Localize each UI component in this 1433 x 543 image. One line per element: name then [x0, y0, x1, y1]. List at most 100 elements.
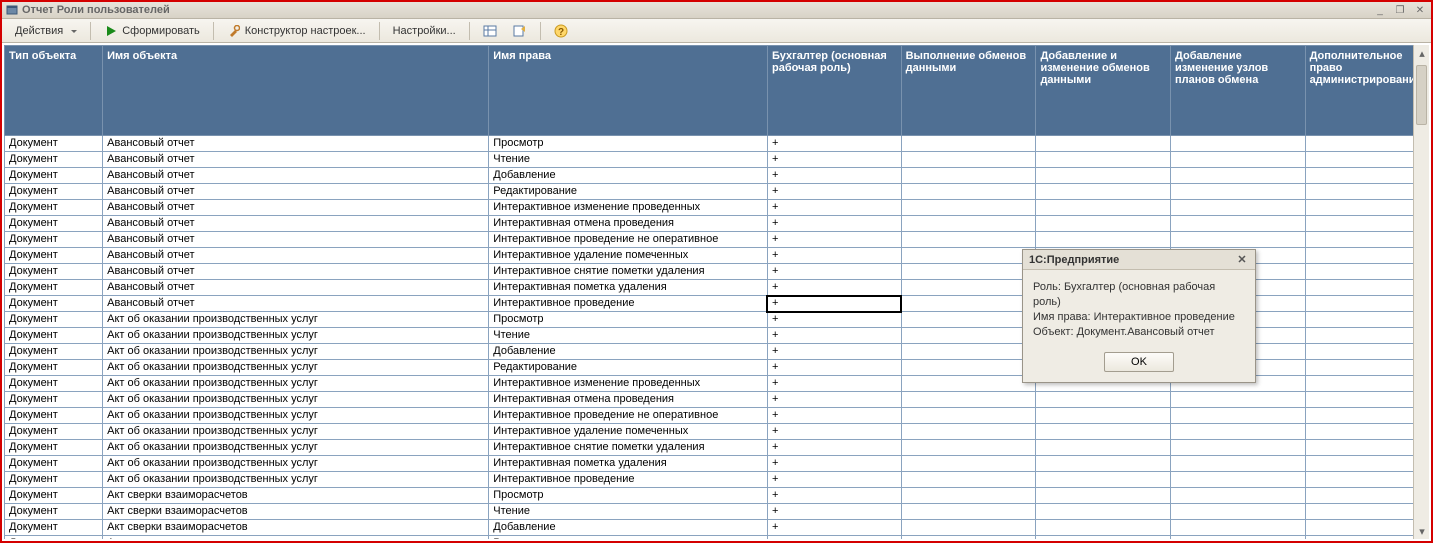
table-cell[interactable]: [901, 216, 1036, 232]
table-cell[interactable]: Документ: [5, 232, 103, 248]
table-cell[interactable]: Документ: [5, 488, 103, 504]
settings-button[interactable]: Настройки...: [386, 21, 463, 41]
table-cell[interactable]: Чтение: [489, 152, 768, 168]
table-cell[interactable]: Добавление: [489, 168, 768, 184]
table-cell[interactable]: [1305, 536, 1428, 540]
table-cell[interactable]: +: [767, 424, 901, 440]
table-cell[interactable]: Документ: [5, 392, 103, 408]
table-cell[interactable]: [1036, 456, 1171, 472]
table-cell[interactable]: Авансовый отчет: [103, 200, 489, 216]
table-cell[interactable]: Акт об оказании производственных услуг: [103, 472, 489, 488]
table-cell[interactable]: Документ: [5, 184, 103, 200]
table-row[interactable]: ДокументАкт сверки взаиморасчетовДобавле…: [5, 520, 1429, 536]
table-cell[interactable]: [1305, 520, 1428, 536]
table-cell[interactable]: Документ: [5, 280, 103, 296]
scroll-down-button[interactable]: ▾: [1414, 523, 1430, 539]
table-cell[interactable]: [1036, 472, 1171, 488]
table-cell[interactable]: Акт об оказании производственных услуг: [103, 424, 489, 440]
table-cell[interactable]: Документ: [5, 408, 103, 424]
table-cell[interactable]: +: [767, 488, 901, 504]
table-cell[interactable]: [1036, 504, 1171, 520]
table-cell[interactable]: [1036, 536, 1171, 540]
generate-button[interactable]: Сформировать: [97, 21, 207, 41]
table-cell[interactable]: +: [767, 216, 901, 232]
table-cell[interactable]: [1305, 344, 1428, 360]
table-cell[interactable]: Интерактивная пометка удаления: [489, 280, 768, 296]
minimize-button[interactable]: _: [1373, 4, 1387, 16]
actions-menu[interactable]: Действия: [8, 21, 84, 41]
table-cell[interactable]: Документ: [5, 344, 103, 360]
table-cell[interactable]: Документ: [5, 264, 103, 280]
table-cell[interactable]: [901, 248, 1036, 264]
table-row[interactable]: ДокументАкт об оказании производственных…: [5, 408, 1429, 424]
table-cell[interactable]: Документ: [5, 520, 103, 536]
table-cell[interactable]: Акт сверки взаиморасчетов: [103, 536, 489, 540]
table-cell[interactable]: Чтение: [489, 504, 768, 520]
table-cell[interactable]: Акт об оказании производственных услуг: [103, 328, 489, 344]
table-cell[interactable]: Авансовый отчет: [103, 280, 489, 296]
column-header[interactable]: Добавление изменение узлов планов обмена: [1171, 46, 1306, 136]
table-cell[interactable]: Авансовый отчет: [103, 264, 489, 280]
table-cell[interactable]: [901, 264, 1036, 280]
table-cell[interactable]: [901, 520, 1036, 536]
table-cell[interactable]: [1305, 328, 1428, 344]
table-cell[interactable]: Интерактивная отмена проведения: [489, 392, 768, 408]
table-cell[interactable]: [901, 136, 1036, 152]
table-cell[interactable]: [1305, 232, 1428, 248]
constructor-button[interactable]: Конструктор настроек...: [220, 21, 373, 41]
table-cell[interactable]: [1171, 472, 1306, 488]
table-cell[interactable]: Документ: [5, 440, 103, 456]
table-cell[interactable]: Документ: [5, 296, 103, 312]
table-cell[interactable]: [1036, 408, 1171, 424]
table-cell[interactable]: [901, 536, 1036, 540]
table-row[interactable]: ДокументАкт об оказании производственных…: [5, 424, 1429, 440]
table-cell[interactable]: [1305, 184, 1428, 200]
table-cell[interactable]: Интерактивное удаление помеченных: [489, 424, 768, 440]
table-cell[interactable]: +: [767, 296, 901, 312]
table-row[interactable]: ДокументАвансовый отчетДобавление+: [5, 168, 1429, 184]
table-cell[interactable]: Акт об оказании производственных услуг: [103, 392, 489, 408]
table-cell[interactable]: +: [767, 200, 901, 216]
column-header[interactable]: Тип объекта: [5, 46, 103, 136]
table-cell[interactable]: [1036, 216, 1171, 232]
table-cell[interactable]: [1036, 392, 1171, 408]
table-cell[interactable]: [1171, 136, 1306, 152]
table-cell[interactable]: [1305, 360, 1428, 376]
table-row[interactable]: ДокументАкт сверки взаиморасчетовПросмот…: [5, 488, 1429, 504]
table-cell[interactable]: Авансовый отчет: [103, 232, 489, 248]
table-cell[interactable]: +: [767, 184, 901, 200]
table-cell[interactable]: [901, 296, 1036, 312]
column-header[interactable]: Имя права: [489, 46, 768, 136]
table-cell[interactable]: Документ: [5, 328, 103, 344]
table-cell[interactable]: [901, 424, 1036, 440]
table-cell[interactable]: [901, 184, 1036, 200]
table-cell[interactable]: [1305, 424, 1428, 440]
table-cell[interactable]: [1171, 424, 1306, 440]
column-header[interactable]: Дополнительное право администрирования: [1305, 46, 1428, 136]
table-cell[interactable]: [1305, 472, 1428, 488]
table-cell[interactable]: [901, 376, 1036, 392]
table-cell[interactable]: Интерактивное снятие пометки удаления: [489, 440, 768, 456]
table-cell[interactable]: Интерактивное снятие пометки удаления: [489, 264, 768, 280]
table-cell[interactable]: +: [767, 168, 901, 184]
table-cell[interactable]: Акт об оказании производственных услуг: [103, 344, 489, 360]
table-cell[interactable]: Документ: [5, 248, 103, 264]
table-cell[interactable]: Просмотр: [489, 488, 768, 504]
table-cell[interactable]: Редактирование: [489, 360, 768, 376]
table-cell[interactable]: [1171, 216, 1306, 232]
table-cell[interactable]: Документ: [5, 456, 103, 472]
table-cell[interactable]: [901, 152, 1036, 168]
table-cell[interactable]: [901, 472, 1036, 488]
table-cell[interactable]: +: [767, 152, 901, 168]
table-cell[interactable]: Документ: [5, 376, 103, 392]
scroll-thumb[interactable]: [1416, 65, 1427, 125]
column-header[interactable]: Имя объекта: [103, 46, 489, 136]
table-cell[interactable]: [1171, 392, 1306, 408]
table-cell[interactable]: +: [767, 456, 901, 472]
table-cell[interactable]: +: [767, 536, 901, 540]
table-cell[interactable]: [1171, 232, 1306, 248]
table-cell[interactable]: Документ: [5, 168, 103, 184]
table-cell[interactable]: Редактирование: [489, 536, 768, 540]
table-cell[interactable]: Документ: [5, 152, 103, 168]
table-cell[interactable]: [1305, 488, 1428, 504]
